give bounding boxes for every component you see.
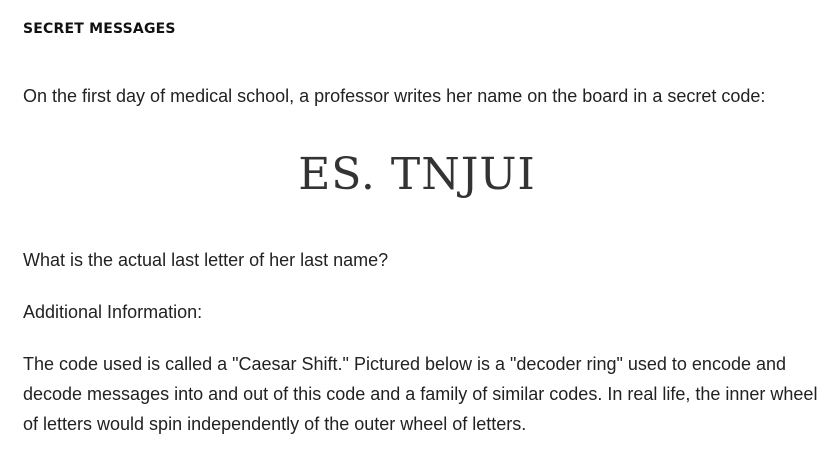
section-title: SECRET MESSAGES [23, 21, 176, 37]
question-paragraph: What is the actual last letter of her la… [23, 250, 389, 270]
secret-code: ES. TNJUI [298, 149, 536, 200]
additional-info-label: Additional Information: [23, 302, 203, 322]
intro-paragraph: On the first day of medical school, a pr… [23, 86, 766, 106]
explanation-paragraph: The code used is called a "Caesar Shift.… [23, 354, 818, 434]
